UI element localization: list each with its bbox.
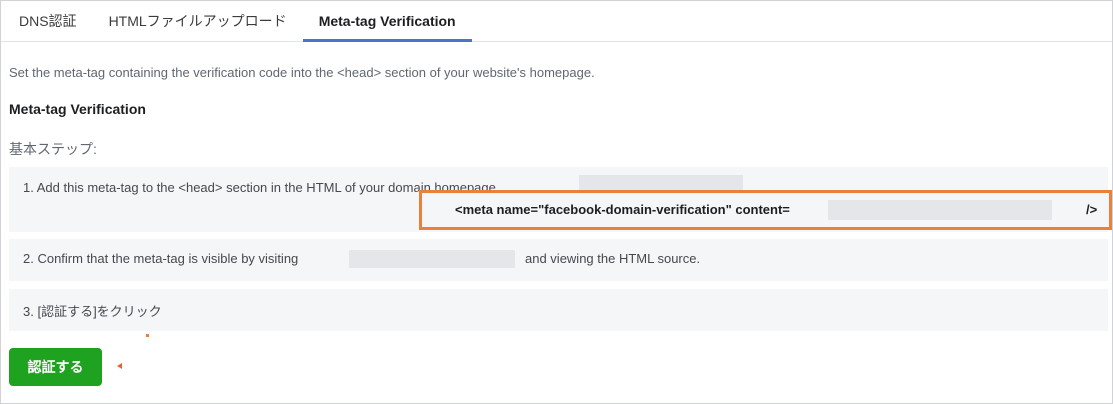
method-description: Set the meta-tag containing the verifica… [9, 65, 595, 80]
redacted-verification-code [828, 200, 1052, 220]
tab-meta-tag-verification[interactable]: Meta-tag Verification [302, 1, 472, 42]
step-1: 1. Add this meta-tag to the <head> secti… [9, 167, 1112, 232]
pointer-arrow-icon [117, 363, 122, 369]
tab-html-file-upload[interactable]: HTMLファイルアップロード [93, 1, 303, 41]
verification-method-tabs: DNS認証 HTMLファイルアップロード Meta-tag Verificati… [1, 1, 1112, 42]
meta-tag-open: <meta name="facebook-domain-verification… [455, 202, 790, 217]
step-2-suffix: and viewing the HTML source. [525, 251, 701, 266]
meta-tag-close: /> [1086, 202, 1098, 217]
meta-tag-code[interactable]: <meta name="facebook-domain-verification… [419, 190, 1112, 230]
step-2-prefix: 2. Confirm that the meta-tag is visible … [23, 251, 299, 266]
redacted-domain-link[interactable] [349, 250, 515, 268]
basic-steps-label: 基本ステップ: [9, 141, 97, 157]
step-3: 3. [認証する]をクリック [9, 289, 1108, 331]
verify-button[interactable]: 認証する [9, 348, 102, 386]
step-3-text: 3. [認証する]をクリック [23, 304, 162, 319]
tab-dns-verification[interactable]: DNS認証 [15, 1, 93, 41]
annotation-mark [146, 334, 149, 337]
section-title: Meta-tag Verification [9, 101, 146, 117]
domain-verification-panel: DNS認証 HTMLファイルアップロード Meta-tag Verificati… [0, 0, 1113, 404]
step-2: 2. Confirm that the meta-tag is visible … [9, 239, 1108, 281]
